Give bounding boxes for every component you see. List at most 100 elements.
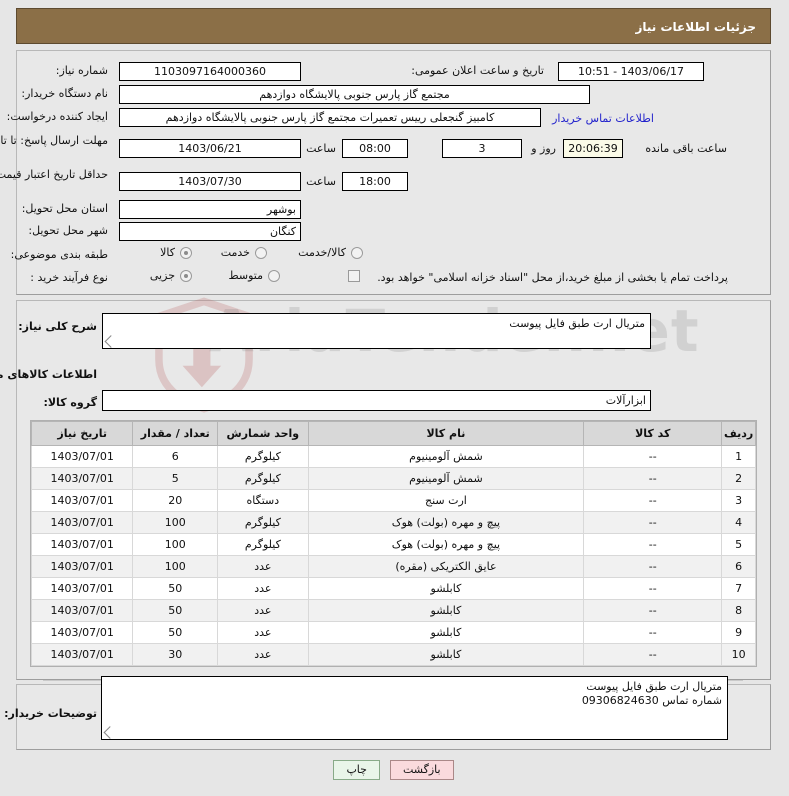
cell-code: -- [584, 599, 724, 622]
buyer-notes-label: توضیحات خریدار: [5, 707, 98, 720]
cell-qty: 100 [133, 511, 220, 534]
remaining-days-value: 3 [443, 139, 523, 158]
cell-name: عایق الکتریکی (مقره) [308, 555, 586, 578]
cell-name: شمش آلومینیوم [308, 445, 586, 468]
price-validity-hour-label: ساعت [307, 175, 337, 188]
col-header-qty: تعداد / مقدار [133, 421, 220, 446]
cell-code: -- [584, 511, 724, 534]
cell-code: -- [584, 533, 724, 556]
cell-code: -- [584, 445, 724, 468]
province-value: بوشهر [120, 200, 302, 219]
cell-code: -- [584, 577, 724, 600]
goods-group-label: گروه کالا: [44, 396, 98, 409]
cell-radif: 3 [722, 489, 757, 512]
back-button[interactable]: بازگشت [390, 760, 455, 780]
table-row: 3 -- ارت سنج دستگاه 20 1403/07/01 [31, 489, 757, 512]
table-row: 7 -- کابلشو عدد 50 1403/07/01 [31, 577, 757, 600]
table-row: 5 -- پیچ و مهره (بولت) هوک کیلوگرم 100 1403/0… [31, 533, 757, 556]
cell-qty: 100 [133, 533, 220, 556]
print-button[interactable]: چاپ [334, 760, 381, 780]
cell-date: 1403/07/01 [31, 643, 135, 666]
province-row: استان محل تحویل: [23, 202, 109, 215]
table-row: 2 -- شمش آلومینیوم کیلوگرم 5 1403/07/01 [31, 467, 757, 490]
city-value: کنگان [120, 222, 302, 241]
reply-deadline-date: 1403/06/21 [120, 139, 302, 158]
process-label: نوع فرآیند خرید : [31, 271, 109, 284]
cell-date: 1403/07/01 [31, 533, 135, 556]
cell-date: 1403/07/01 [31, 489, 135, 512]
cell-name: کابلشو [308, 577, 586, 600]
treasury-checkbox[interactable] [349, 270, 361, 282]
cell-code: -- [584, 621, 724, 644]
cell-radif: 6 [722, 555, 757, 578]
goods-table-wrapper: ردیف کد کالا نام کالا واحد شمارش تعداد /… [31, 420, 758, 667]
category-option-label: خدمت [221, 246, 251, 259]
creator-row: ایجاد کننده درخواست: [8, 110, 109, 123]
buyer-contact-link[interactable]: اطلاعات تماس خریدار [553, 112, 655, 125]
page-title: جزئیات اطلاعات نیاز [636, 20, 757, 34]
radio-icon[interactable] [352, 246, 364, 259]
remaining-hours-label: ساعت باقی مانده [646, 142, 728, 155]
need-number-value: 1103097164000360 [120, 62, 302, 81]
city-row: شهر محل تحویل: [29, 224, 109, 237]
cell-date: 1403/07/01 [31, 467, 135, 490]
process-option-label: جزیی [150, 269, 176, 282]
category-option-kala[interactable]: کالا [161, 246, 193, 259]
cell-code: -- [584, 555, 724, 578]
radio-icon[interactable] [181, 269, 193, 282]
cell-name: کابلشو [308, 621, 586, 644]
cell-name: ارت سنج [308, 489, 586, 512]
category-label: طبقه بندی موضوعی: [11, 248, 109, 261]
price-validity-label: حداقل تاریخ اعتبار قیمت: تا تاریخ: [0, 168, 109, 181]
table-row: 6 -- عایق الکتریکی (مقره) عدد 100 1403/07/01 [31, 555, 757, 578]
cell-unit: عدد [218, 643, 310, 666]
cell-code: -- [584, 643, 724, 666]
cell-name: کابلشو [308, 643, 586, 666]
table-header-row: ردیف کد کالا نام کالا واحد شمارش تعداد /… [31, 421, 757, 446]
cell-date: 1403/07/01 [31, 599, 135, 622]
category-option-label: کالا [161, 246, 176, 259]
cell-unit: کیلوگرم [218, 511, 310, 534]
page-root: جزئیات اطلاعات نیاز شماره نیاز: 11030971… [0, 0, 789, 796]
reply-deadline-label: مهلت ارسال پاسخ: تا تاریخ: [0, 134, 109, 147]
cell-unit: کیلوگرم [218, 467, 310, 490]
goods-group-value: ابزارآلات [103, 390, 652, 411]
process-option-jozei[interactable]: جزیی [151, 269, 193, 282]
announce-date-value: 1403/06/17 - 10:51 [559, 62, 705, 81]
category-option-khedmat[interactable]: خدمت [222, 246, 268, 259]
reply-deadline-hour-label: ساعت [307, 142, 337, 155]
announce-date-row: تاریخ و ساعت اعلان عمومی: [412, 64, 545, 77]
cell-unit: عدد [218, 599, 310, 622]
cell-unit: کیلوگرم [218, 445, 310, 468]
remaining-days-label: روز و [532, 142, 557, 155]
col-header-code: کد کالا [584, 421, 724, 446]
buyer-org-value: مجتمع گاز پارس جنوبی پالایشگاه دوازدهم [120, 85, 591, 104]
cell-radif: 4 [722, 511, 757, 534]
action-button-bar: بازگشت چاپ [0, 760, 789, 780]
category-option-kala-khedmat[interactable]: کالا/خدمت [299, 246, 364, 259]
cell-qty: 50 [133, 577, 220, 600]
table-row: 1 -- شمش آلومینیوم کیلوگرم 6 1403/07/01 [31, 445, 757, 468]
cell-unit: عدد [218, 577, 310, 600]
buyer-notes-textarea[interactable]: متریال ارت طبق فایل پیوست شماره تماس 093… [102, 676, 729, 740]
goods-table: ردیف کد کالا نام کالا واحد شمارش تعداد /… [31, 421, 757, 666]
creator-label: ایجاد کننده درخواست: [7, 110, 109, 123]
announce-date-label: تاریخ و ساعت اعلان عمومی: [412, 64, 545, 77]
creator-value: کامبیز گنجعلی رییس تعمیرات مجتمع گاز پار… [120, 108, 542, 127]
general-desc-textarea[interactable]: متریال ارت طبق فایل پیوست [103, 313, 652, 349]
cell-name: پیچ و مهره (بولت) هوک [308, 533, 586, 556]
need-number-label: شماره نیاز: [56, 64, 109, 77]
price-validity-time: 18:00 [343, 172, 409, 191]
goods-info-title: اطلاعات کالاهای مورد نیاز [0, 368, 98, 381]
cell-date: 1403/07/01 [31, 621, 135, 644]
process-option-motavaset[interactable]: متوسط [229, 269, 281, 282]
radio-icon[interactable] [269, 269, 281, 282]
cell-date: 1403/07/01 [31, 511, 135, 534]
col-header-date: تاریخ نیاز [31, 421, 135, 446]
cell-qty: 5 [133, 467, 220, 490]
radio-icon[interactable] [181, 246, 193, 259]
radio-icon[interactable] [256, 246, 268, 259]
cell-unit: کیلوگرم [218, 533, 310, 556]
page-header-bar: جزئیات اطلاعات نیاز [17, 8, 772, 44]
cell-unit: عدد [218, 621, 310, 644]
